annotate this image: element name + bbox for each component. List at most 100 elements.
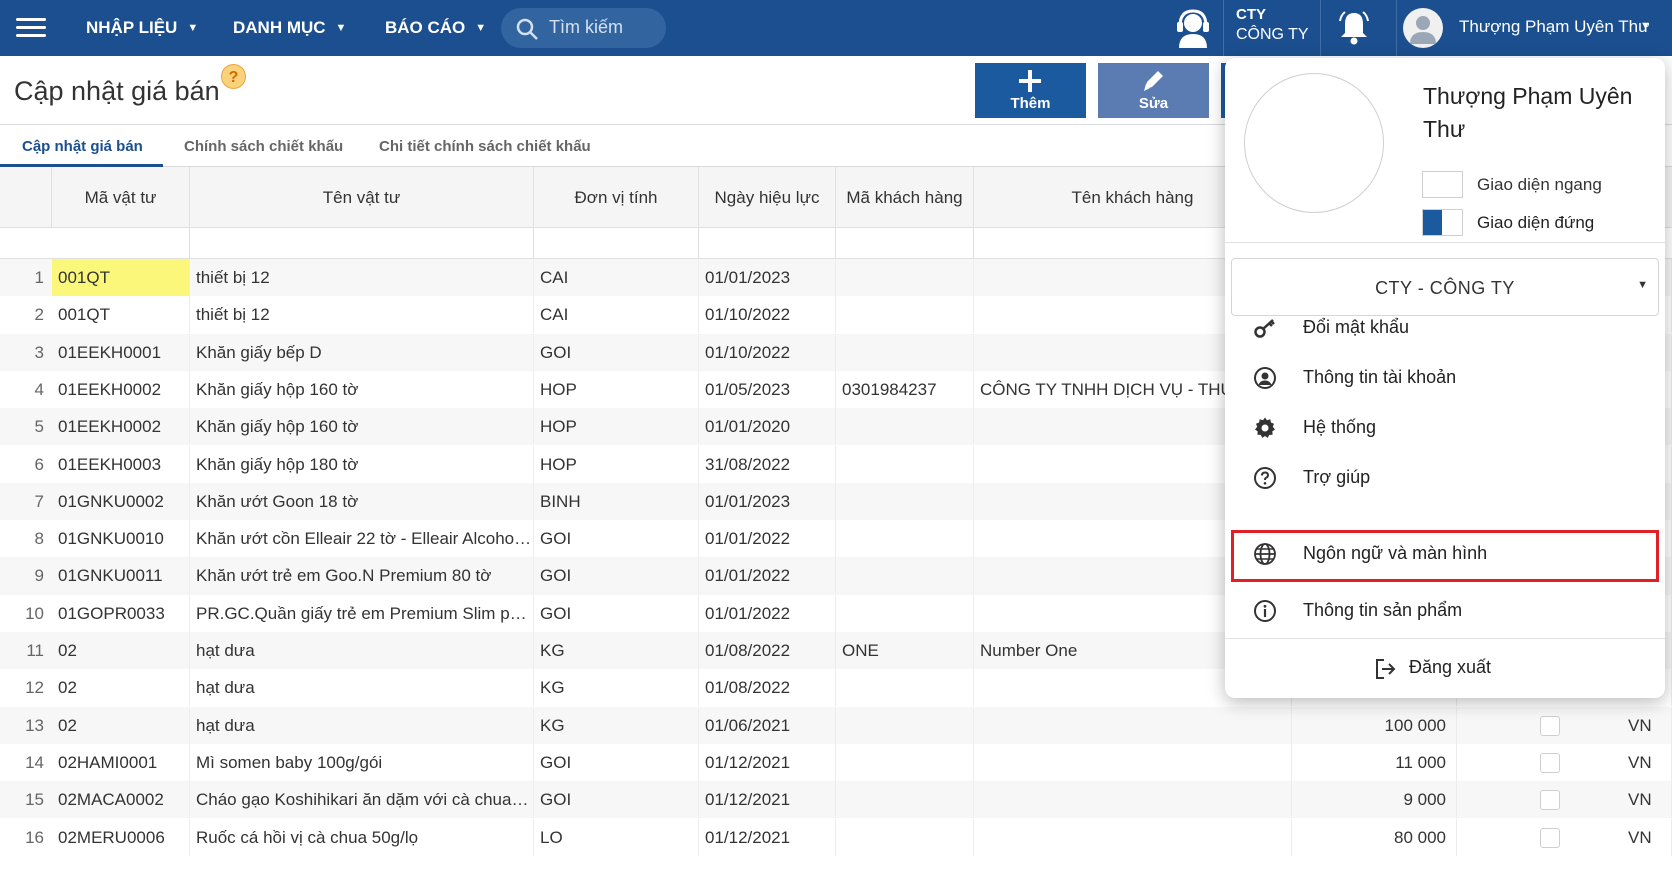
- cell-ma-vat-tu[interactable]: 01GOPR0033: [52, 594, 190, 632]
- cell-don-vi-tinh[interactable]: GOI: [534, 743, 699, 781]
- cell-ma-vat-tu[interactable]: 001QT: [52, 296, 190, 334]
- cell-ten-vat-tu[interactable]: hạt dưa: [190, 706, 534, 744]
- cell-ngay-hieu-luc[interactable]: 01/01/2023: [699, 482, 836, 520]
- cell-ngay-hieu-luc[interactable]: 01/01/2020: [699, 408, 836, 446]
- table-row[interactable]: 16 02MERU0006 Ruốc cá hồi vị cà chua 50g/l…: [0, 818, 1672, 856]
- filter-cell[interactable]: [190, 228, 534, 259]
- cell-ma-khach-hang[interactable]: [836, 781, 974, 819]
- cell-ngay-hieu-luc[interactable]: 01/10/2022: [699, 296, 836, 334]
- cell-ma-khach-hang[interactable]: [836, 482, 974, 520]
- add-button[interactable]: Thêm: [975, 63, 1086, 118]
- cell-don-vi-tinh[interactable]: CAI: [534, 259, 699, 296]
- cell-don-vi-tinh[interactable]: KG: [534, 669, 699, 707]
- cell-ten-vat-tu[interactable]: Ruốc cá hồi vị cà chua 50g/lọ: [190, 818, 534, 856]
- cell-tien-te[interactable]: VN: [1622, 781, 1672, 819]
- cell-tien-te[interactable]: VN: [1622, 743, 1672, 781]
- logout-button[interactable]: Đăng xuất: [1225, 644, 1665, 692]
- search-box[interactable]: Tìm kiếm: [501, 8, 666, 48]
- cell-ngay-hieu-luc[interactable]: 01/01/2022: [699, 520, 836, 558]
- table-row[interactable]: 15 02MACA0002 Cháo gạo Koshihikari ăn dặm …: [0, 781, 1672, 819]
- filter-cell[interactable]: [699, 228, 836, 259]
- cell-ngay-hieu-luc[interactable]: 01/06/2021: [699, 706, 836, 744]
- row-checkbox[interactable]: [1540, 752, 1560, 773]
- tab-cap-nhat-gia-ban[interactable]: Cập nhật giá bán: [22, 138, 143, 155]
- cell-don-vi-tinh[interactable]: GOI: [534, 781, 699, 819]
- cell-ma-vat-tu[interactable]: 001QT: [52, 259, 190, 296]
- cell-don-vi-tinh[interactable]: GOI: [534, 557, 699, 595]
- nav-danh-muc[interactable]: DANH MỤC ▼: [233, 18, 346, 38]
- filter-cell[interactable]: [836, 228, 974, 259]
- cell-gia-ban[interactable]: 11 000: [1292, 743, 1457, 781]
- tab-chi-tiet-chinh-sach-chiet-khau[interactable]: Chi tiết chính sách chiết khấu: [379, 138, 591, 155]
- table-row[interactable]: 14 02HAMI0001 Mì somen baby 100g/gói GOI 01/…: [0, 743, 1672, 781]
- cell-ten-vat-tu[interactable]: Khăn ướt Goon 18 tờ: [190, 482, 534, 520]
- layout-vertical-option[interactable]: Giao diện đứng: [1422, 209, 1642, 237]
- menu-item-account-info[interactable]: Thông tin tài khoản: [1231, 354, 1659, 402]
- cell-ma-khach-hang[interactable]: [836, 296, 974, 334]
- row-checkbox[interactable]: [1540, 790, 1560, 811]
- cell-ten-vat-tu[interactable]: Khăn giấy hộp 180 tờ: [190, 445, 534, 483]
- cell-ten-khach-hang[interactable]: [974, 818, 1292, 856]
- edit-button[interactable]: Sửa: [1098, 63, 1209, 118]
- cell-ten-vat-tu[interactable]: thiết bị 12: [190, 259, 534, 296]
- cell-ten-vat-tu[interactable]: Cháo gạo Koshihikari ăn dặm với cà chua …: [190, 781, 534, 819]
- cell-don-vi-tinh[interactable]: KG: [534, 632, 699, 669]
- cell-ma-vat-tu[interactable]: 01EEKH0002: [52, 408, 190, 446]
- cell-ma-vat-tu[interactable]: 01EEKH0003: [52, 445, 190, 483]
- cell-ma-vat-tu[interactable]: 02HAMI0001: [52, 743, 190, 781]
- cell-don-vi-tinh[interactable]: HOP: [534, 370, 699, 408]
- cell-ma-vat-tu[interactable]: 01GNKU0002: [52, 482, 190, 520]
- cell-ma-khach-hang[interactable]: [836, 743, 974, 781]
- cell-gia-ban[interactable]: 80 000: [1292, 818, 1457, 856]
- cell-don-vi-tinh[interactable]: HOP: [534, 445, 699, 483]
- cell-ngay-hieu-luc[interactable]: 01/01/2023: [699, 259, 836, 296]
- cell-ma-vat-tu[interactable]: 02MERU0006: [52, 818, 190, 856]
- cell-ten-khach-hang[interactable]: [974, 706, 1292, 744]
- menu-item-language-display[interactable]: Ngôn ngữ và màn hình: [1231, 530, 1659, 582]
- cell-ngay-hieu-luc[interactable]: 01/08/2022: [699, 669, 836, 707]
- cell-ngay-hieu-luc[interactable]: 01/12/2021: [699, 743, 836, 781]
- column-header-ma-vat-tu[interactable]: Mã vật tư: [52, 167, 190, 228]
- column-header-ma-khach-hang[interactable]: Mã khách hàng: [836, 167, 974, 228]
- row-checkbox[interactable]: [1540, 715, 1560, 736]
- cell-ten-vat-tu[interactable]: hạt dưa: [190, 632, 534, 669]
- cell-ma-vat-tu[interactable]: 02: [52, 669, 190, 707]
- cell-ma-vat-tu[interactable]: 01GNKU0010: [52, 520, 190, 558]
- menu-item-system[interactable]: Hệ thống: [1231, 404, 1659, 452]
- filter-cell[interactable]: [52, 228, 190, 259]
- bell-icon[interactable]: [1336, 9, 1372, 47]
- cell-ten-vat-tu[interactable]: Khăn giấy hộp 160 tờ: [190, 408, 534, 446]
- user-menu-toggle[interactable]: Thượng Phạm Uyên Thư ▼: [1403, 6, 1672, 50]
- cell-ma-vat-tu[interactable]: 02MACA0002: [52, 781, 190, 819]
- cell-gia-ban[interactable]: 9 000: [1292, 781, 1457, 819]
- column-header-ngay-hieu-luc[interactable]: Ngày hiệu lực: [699, 167, 836, 228]
- support-agent-icon[interactable]: [1172, 8, 1214, 48]
- cell-ma-vat-tu[interactable]: 02: [52, 706, 190, 744]
- cell-ma-khach-hang[interactable]: [836, 408, 974, 446]
- cell-ngay-hieu-luc[interactable]: 31/08/2022: [699, 445, 836, 483]
- tab-chinh-sach-chiet-khau[interactable]: Chính sách chiết khấu: [184, 138, 343, 155]
- row-checkbox[interactable]: [1540, 827, 1560, 848]
- cell-ma-khach-hang[interactable]: ONE: [836, 632, 974, 669]
- cell-don-vi-tinh[interactable]: HOP: [534, 408, 699, 446]
- cell-ngay-hieu-luc[interactable]: 01/01/2022: [699, 594, 836, 632]
- cell-ten-vat-tu[interactable]: Khăn ướt trẻ em Goo.N Premium 80 tờ: [190, 557, 534, 595]
- cell-ngay-hieu-luc[interactable]: 01/01/2022: [699, 557, 836, 595]
- cell-ma-khach-hang[interactable]: [836, 259, 974, 296]
- cell-ma-khach-hang[interactable]: [836, 557, 974, 595]
- cell-don-vi-tinh[interactable]: GOI: [534, 333, 699, 371]
- cell-ngay-hieu-luc[interactable]: 01/08/2022: [699, 632, 836, 669]
- cell-ngay-hieu-luc[interactable]: 01/10/2022: [699, 333, 836, 371]
- layout-horizontal-option[interactable]: Giao diện ngang: [1422, 171, 1642, 199]
- nav-nhap-lieu[interactable]: NHẬP LIỆU ▼: [86, 18, 198, 38]
- cell-don-vi-tinh[interactable]: KG: [534, 706, 699, 744]
- cell-ma-vat-tu[interactable]: 02: [52, 632, 190, 669]
- cell-don-vi-tinh[interactable]: GOI: [534, 594, 699, 632]
- cell-don-vi-tinh[interactable]: CAI: [534, 296, 699, 334]
- cell-don-vi-tinh[interactable]: LO: [534, 818, 699, 856]
- cell-ma-khach-hang[interactable]: [836, 333, 974, 371]
- cell-ngay-hieu-luc[interactable]: 01/12/2021: [699, 818, 836, 856]
- menu-item-change-password[interactable]: Đổi mật khẩu: [1231, 304, 1659, 352]
- cell-ma-khach-hang[interactable]: [836, 669, 974, 707]
- cell-ten-khach-hang[interactable]: [974, 781, 1292, 819]
